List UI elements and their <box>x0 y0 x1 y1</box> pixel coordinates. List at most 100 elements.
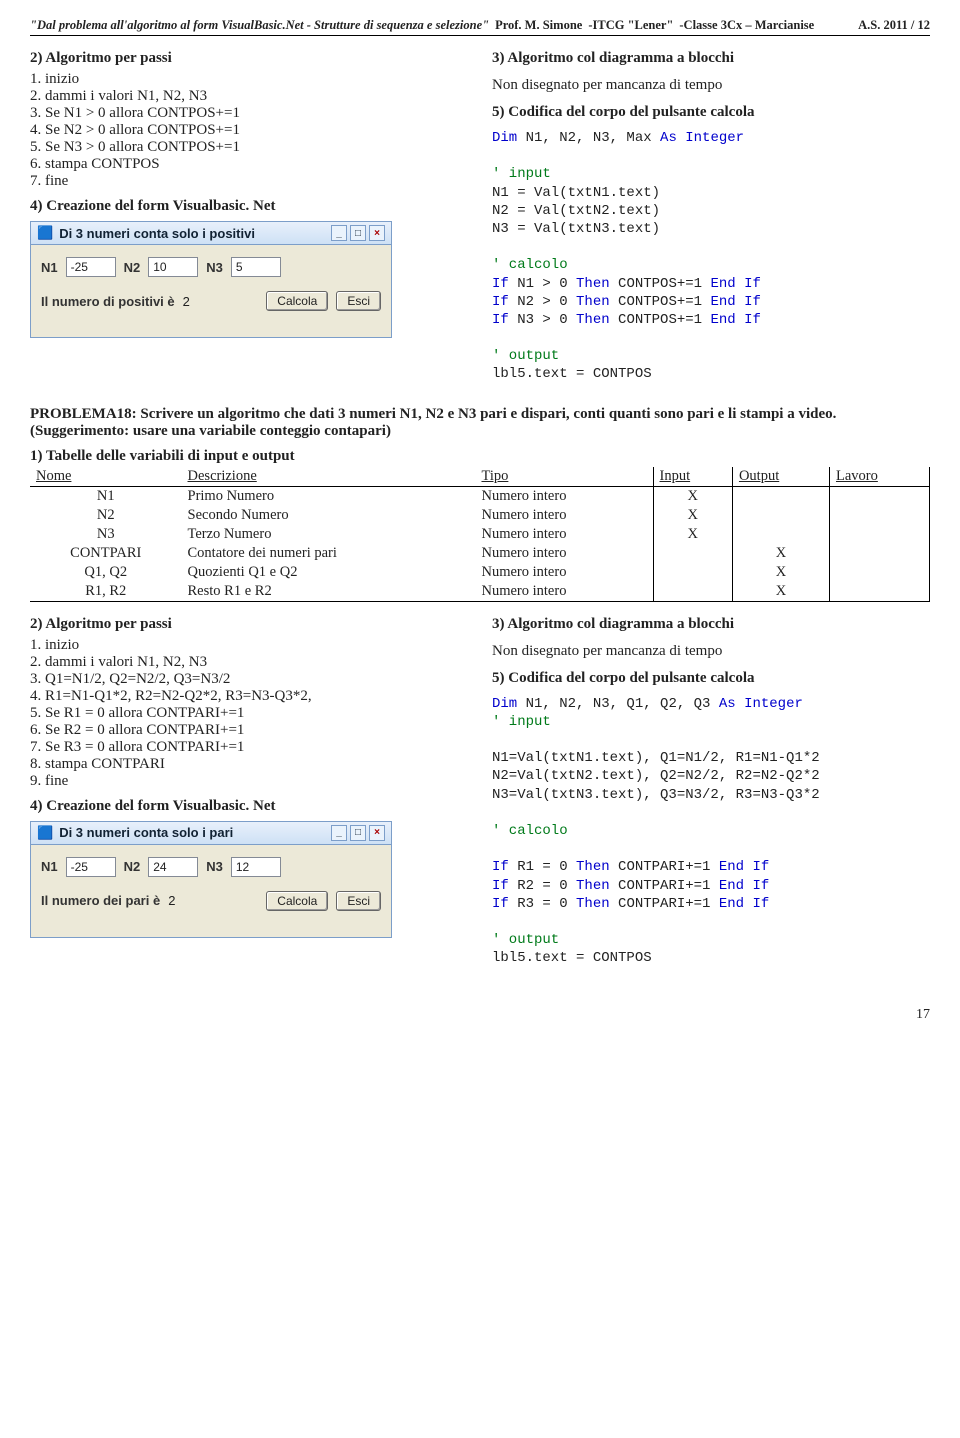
block-2: 2) Algoritmo per passi 1. inizio 2. damm… <box>30 616 930 968</box>
form-title: 4) Creazione del form Visualbasic. Net <box>30 198 468 215</box>
th-tipo: Tipo <box>475 467 653 487</box>
cond3: N3 > 0 <box>509 312 576 328</box>
form-title-2: 4) Creazione del form Visualbasic. Net <box>30 798 468 815</box>
kw-if: If <box>492 878 509 894</box>
code-n1: N1=Val(txtN1.text), Q1=N1/2, R1=N1-Q1*2 <box>492 750 820 766</box>
algo-passi-steps-2: 1. inizio 2. dammi i valori N1, N2, N3 3… <box>30 637 468 790</box>
algo-diag-title-2: 3) Algoritmo col diagramma a blocchi <box>492 616 930 633</box>
body1: CONTPARI+=1 <box>610 859 719 875</box>
code-block-1: Dim N1, N2, N3, Max As Integer ' input N… <box>492 129 930 384</box>
table-row: CONTPARIContatore dei numeri pariNumero … <box>30 544 930 563</box>
n1-input[interactable]: -25 <box>66 857 116 877</box>
block-1: 2) Algoritmo per passi 1. inizio 2. damm… <box>30 50 930 384</box>
maximize-icon[interactable]: □ <box>350 225 366 241</box>
kw-endif: End If <box>710 276 760 292</box>
algo-passi-steps: 1. inizio 2. dammi i valori N1, N2, N3 3… <box>30 71 468 190</box>
n2-input[interactable]: 24 <box>148 857 198 877</box>
hdr-year: A.S. 2011 / 12 <box>858 18 930 33</box>
body2: CONTPOS+=1 <box>610 294 711 310</box>
code-decl: N1, N2, N3, Q1, Q2, Q3 <box>517 696 719 712</box>
cm-output: ' output <box>492 932 559 948</box>
kw-dim: Dim <box>492 696 517 712</box>
n3-label: N3 <box>206 260 223 275</box>
close-icon[interactable]: × <box>369 225 385 241</box>
n2-input[interactable]: 10 <box>148 257 198 277</box>
close-icon[interactable]: × <box>369 825 385 841</box>
kw-endif: End If <box>719 859 769 875</box>
code-last: lbl5.text = CONTPOS <box>492 366 652 382</box>
kw-endif: End If <box>719 878 769 894</box>
cm-input: ' input <box>492 166 551 182</box>
cm-output: ' output <box>492 348 559 364</box>
body2: CONTPARI+=1 <box>610 878 719 894</box>
problema18: PROBLEMA18: Scrivere un algoritmo che da… <box>30 406 930 440</box>
kw-as: As Integer <box>660 130 744 146</box>
body3: CONTPARI+=1 <box>610 896 719 912</box>
kw-then: Then <box>576 312 610 328</box>
n3-input[interactable]: 5 <box>231 257 281 277</box>
n3-input[interactable]: 12 <box>231 857 281 877</box>
cond2: R2 = 0 <box>509 878 576 894</box>
kw-then: Then <box>576 878 610 894</box>
table-row: N3Terzo NumeroNumero interoX <box>30 525 930 544</box>
code-n1: N1 = Val(txtN1.text) <box>492 185 660 201</box>
codifica-title-2: 5) Codifica del corpo del pulsante calco… <box>492 670 930 687</box>
cm-calcolo: ' calcolo <box>492 823 568 839</box>
non-disegnato: Non disegnato per mancanza di tempo <box>492 77 930 94</box>
table-row: Q1, Q2Quozienti Q1 e Q2Numero interoX <box>30 563 930 582</box>
kw-if: If <box>492 859 509 875</box>
hdr-class: -Classe 3Cx – Marcianise <box>679 18 814 33</box>
table-row: N2Secondo NumeroNumero interoX <box>30 506 930 525</box>
code-last: lbl5.text = CONTPOS <box>492 950 652 966</box>
vb-window-positivi: 🟦 Di 3 numeri conta solo i positivi _ □ … <box>30 221 392 338</box>
page-header: "Dal problema all'algoritmo al form Visu… <box>30 18 930 36</box>
esci-button[interactable]: Esci <box>336 291 381 311</box>
th-input: Input <box>653 467 732 487</box>
codifica-title: 5) Codifica del corpo del pulsante calco… <box>492 104 930 121</box>
esci-button[interactable]: Esci <box>336 891 381 911</box>
code-block-2: Dim N1, N2, N3, Q1, Q2, Q3 As Integer ' … <box>492 695 930 968</box>
kw-then: Then <box>576 859 610 875</box>
kw-if: If <box>492 276 509 292</box>
maximize-icon[interactable]: □ <box>350 825 366 841</box>
minimize-icon[interactable]: _ <box>331 825 347 841</box>
hdr-prof: Prof. M. Simone <box>495 18 582 33</box>
tab-title: 1) Tabelle delle variabili di input e ou… <box>30 448 930 465</box>
cond2: N2 > 0 <box>509 294 576 310</box>
kw-dim: Dim <box>492 130 517 146</box>
th-desc: Descrizione <box>182 467 476 487</box>
kw-then: Then <box>576 896 610 912</box>
cm-input: ' input <box>492 714 551 730</box>
th-output: Output <box>732 467 829 487</box>
hdr-title: "Dal problema all'algoritmo al form Visu… <box>30 18 489 33</box>
kw-then: Then <box>576 276 610 292</box>
n3-label: N3 <box>206 859 223 874</box>
page-number: 17 <box>30 1007 930 1023</box>
n2-label: N2 <box>124 260 141 275</box>
kw-endif: End If <box>719 896 769 912</box>
non-disegnato-2: Non disegnato per mancanza di tempo <box>492 643 930 660</box>
vb-window-pari: 🟦 Di 3 numeri conta solo i pari _ □ × N1… <box>30 821 392 938</box>
result-value: 2 <box>168 893 175 908</box>
cond3: R3 = 0 <box>509 896 576 912</box>
calcola-button[interactable]: Calcola <box>266 891 328 911</box>
cm-calcolo: ' calcolo <box>492 257 568 273</box>
n1-label: N1 <box>41 859 58 874</box>
minimize-icon[interactable]: _ <box>331 225 347 241</box>
cond1: R1 = 0 <box>509 859 576 875</box>
table-row: R1, R2Resto R1 e R2Numero interoX <box>30 582 930 602</box>
kw-if: If <box>492 896 509 912</box>
code-n3: N3 = Val(txtN3.text) <box>492 221 660 237</box>
algo-diag-title: 3) Algoritmo col diagramma a blocchi <box>492 50 930 67</box>
window-title: Di 3 numeri conta solo i positivi <box>59 226 255 241</box>
kw-endif: End If <box>710 312 760 328</box>
kw-if: If <box>492 312 509 328</box>
code-n2: N2 = Val(txtN2.text) <box>492 203 660 219</box>
result-label: Il numero di positivi è <box>41 294 175 309</box>
n1-input[interactable]: -25 <box>66 257 116 277</box>
calcola-button[interactable]: Calcola <box>266 291 328 311</box>
algo-passi-title-2: 2) Algoritmo per passi <box>30 616 468 633</box>
result-label: Il numero dei pari è <box>41 893 160 908</box>
kw-as: As Integer <box>719 696 803 712</box>
th-nome: Nome <box>30 467 182 487</box>
